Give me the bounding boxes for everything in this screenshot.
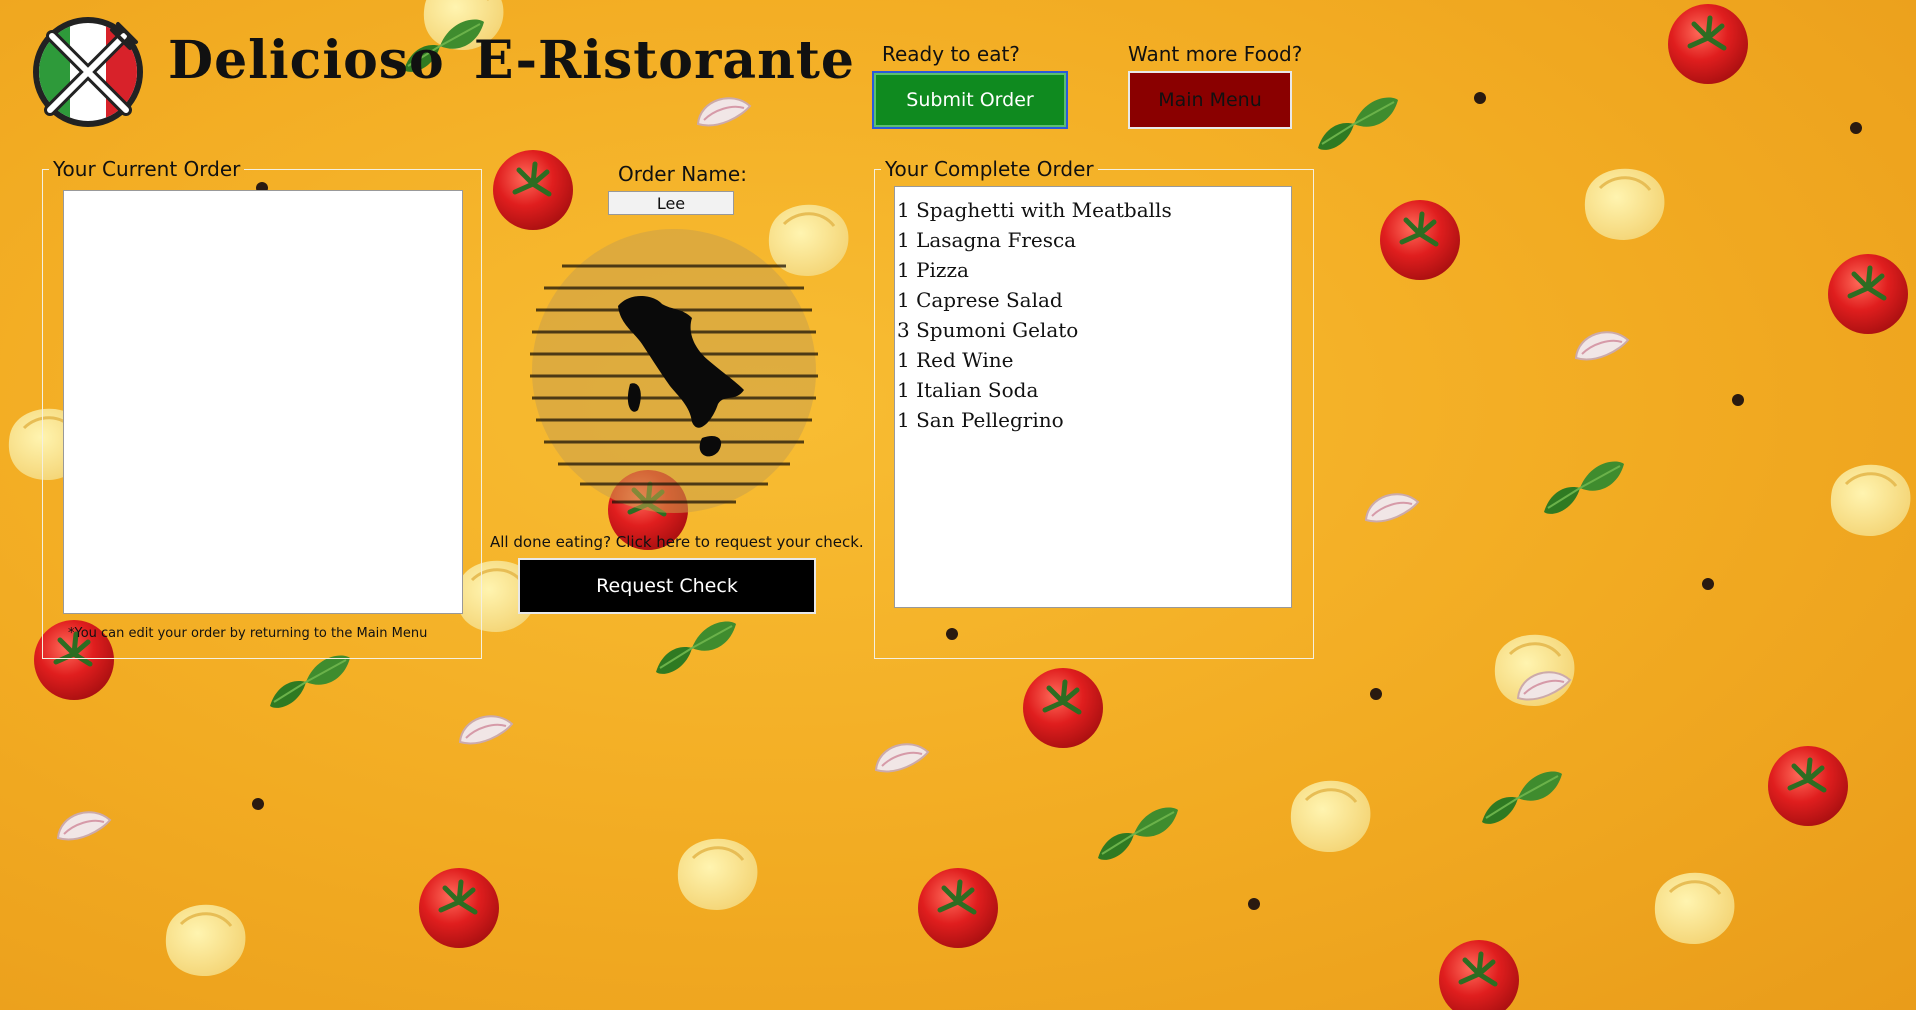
list-item[interactable]: 3 Spumoni Gelato xyxy=(897,315,1291,345)
request-check-button[interactable]: Request Check xyxy=(520,560,814,612)
complete-order-legend: Your Complete Order xyxy=(885,157,1094,181)
menu-prompt: Want more Food? xyxy=(1128,42,1303,66)
check-prompt: All done eating? Click here to request y… xyxy=(490,533,864,551)
app-title: Delicioso E-Ristorante xyxy=(168,30,855,91)
submit-prompt: Ready to eat? xyxy=(882,42,1020,66)
list-item[interactable]: 1 Lasagna Fresca xyxy=(897,225,1291,255)
edit-order-note: *You can edit your order by returning to… xyxy=(68,626,428,641)
order-name-input[interactable] xyxy=(608,191,734,215)
italy-food-word-map-icon xyxy=(530,229,818,513)
main-menu-button[interactable]: Main Menu xyxy=(1130,73,1290,127)
list-item[interactable]: 1 Red Wine xyxy=(897,345,1291,375)
list-item[interactable]: 1 Spaghetti with Meatballs xyxy=(897,195,1291,225)
current-order-list[interactable] xyxy=(63,190,463,614)
order-name-label: Order Name: xyxy=(618,162,747,186)
current-order-legend: Your Current Order xyxy=(53,157,241,181)
submit-order-button[interactable]: Submit Order xyxy=(874,73,1066,127)
complete-order-list[interactable]: 1 Spaghetti with Meatballs 1 Lasagna Fre… xyxy=(894,186,1292,608)
list-item[interactable]: 1 Caprese Salad xyxy=(897,285,1291,315)
list-item[interactable]: 1 Italian Soda xyxy=(897,375,1291,405)
fork-knife-logo-icon xyxy=(33,17,143,127)
list-item[interactable]: 1 San Pellegrino xyxy=(897,405,1291,435)
list-item[interactable]: 1 Pizza xyxy=(897,255,1291,285)
